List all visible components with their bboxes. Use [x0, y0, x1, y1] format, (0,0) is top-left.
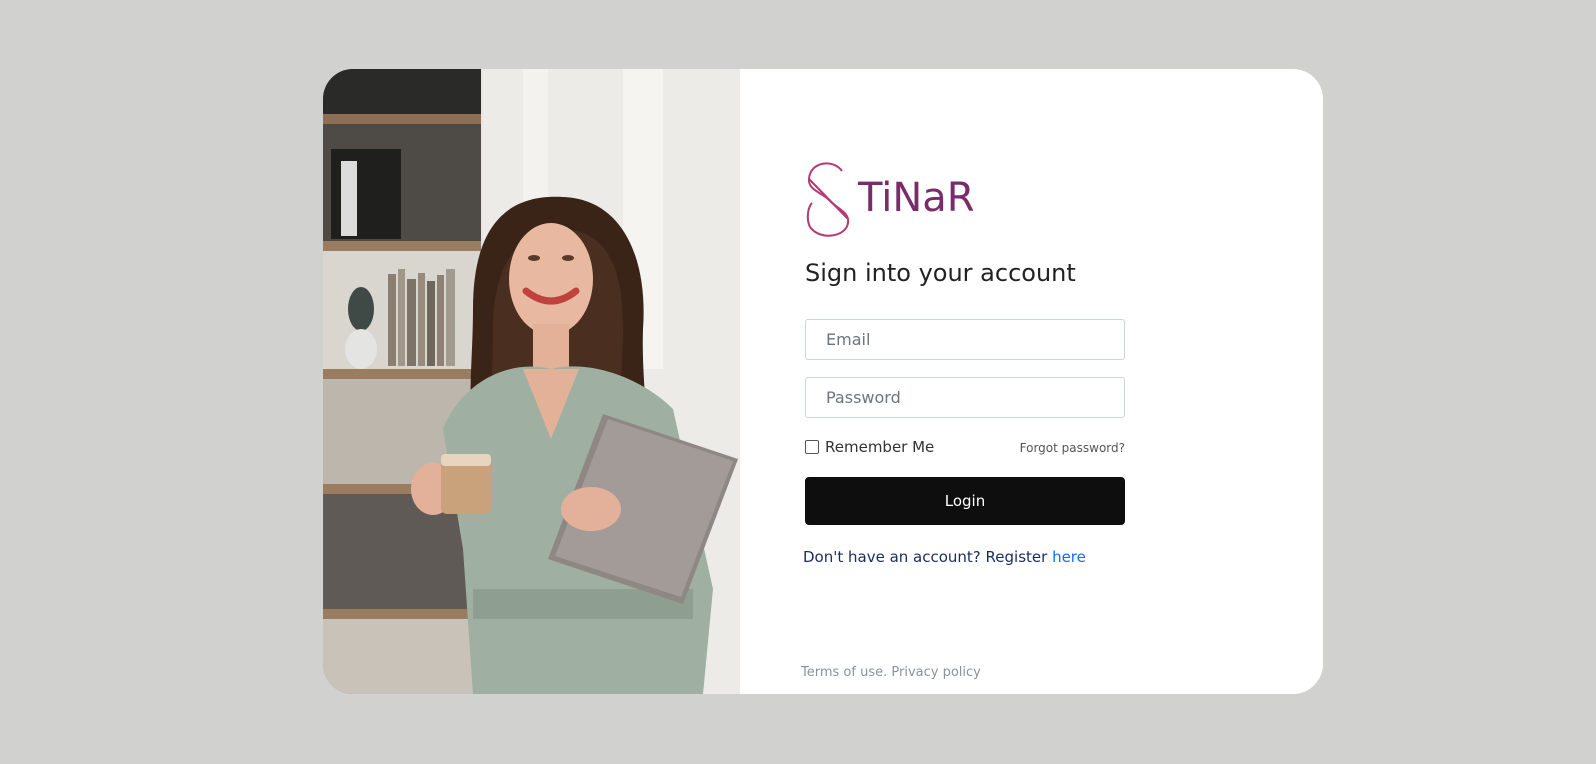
terms-link[interactable]: Terms of use.	[801, 665, 887, 680]
email-field[interactable]	[805, 319, 1125, 360]
remember-me-checkbox[interactable]	[805, 440, 819, 454]
register-prompt: Don't have an account? Register here	[803, 548, 1086, 566]
login-button[interactable]: Login	[805, 477, 1125, 525]
remember-me-toggle[interactable]: Remember Me	[805, 438, 934, 456]
remember-me-label: Remember Me	[825, 438, 935, 456]
brand-name: TiNaR	[858, 175, 975, 221]
hero-photo	[323, 69, 740, 694]
register-link[interactable]: here	[1052, 548, 1086, 566]
page-title: Sign into your account	[805, 259, 1076, 287]
privacy-link[interactable]: Privacy policy	[891, 665, 980, 680]
password-field[interactable]	[805, 377, 1125, 418]
footer-links: Terms of use. Privacy policy	[801, 665, 981, 680]
brand-logo: TiNaR	[804, 161, 975, 239]
register-prompt-text: Don't have an account? Register	[803, 548, 1053, 566]
login-card: TiNaR Sign into your account Remember Me…	[323, 69, 1323, 694]
forgot-password-link[interactable]: Forgot password?	[1020, 441, 1125, 455]
s-monogram-icon	[806, 162, 850, 237]
login-form-panel: TiNaR Sign into your account Remember Me…	[740, 69, 1323, 694]
